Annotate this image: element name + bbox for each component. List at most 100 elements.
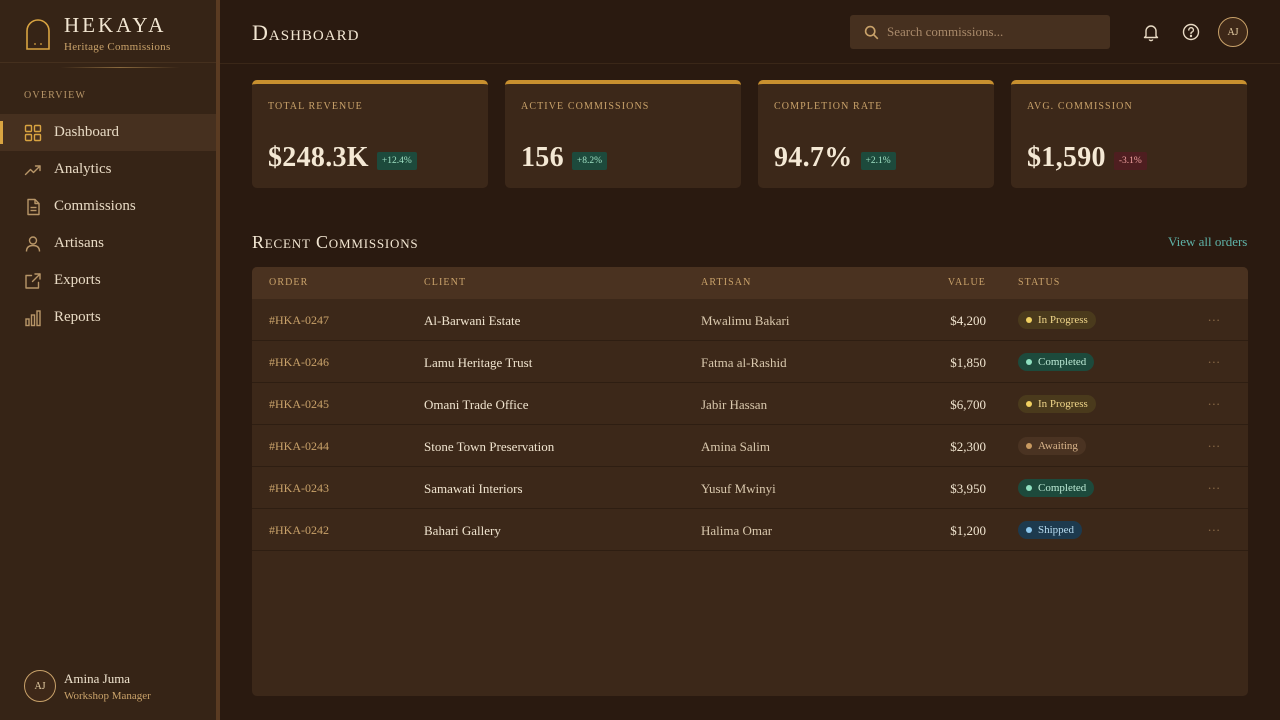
- sidebar-item-exports[interactable]: Exports: [0, 262, 216, 299]
- stat-label: Active Commissions: [521, 101, 650, 112]
- artisan-name: Halima Omar: [701, 523, 773, 538]
- nav-section-label: OVERVIEW: [24, 90, 87, 101]
- table-row[interactable]: #HKA-0245 Omani Trade Office Jabir Hassan $…: [252, 383, 1248, 425]
- stat-label: Completion Rate: [774, 101, 883, 112]
- order-id-link[interactable]: #HKA-0243: [269, 481, 329, 496]
- more-actions-icon[interactable]: ...: [1208, 519, 1221, 535]
- order-value: $2,300: [950, 439, 986, 454]
- sidebar-item-label: Reports: [54, 309, 101, 325]
- sidebar-item-dashboard[interactable]: Dashboard: [0, 114, 216, 151]
- sidebar-item-reports[interactable]: Reports: [0, 299, 216, 336]
- search-input[interactable]: [887, 24, 1107, 40]
- artisan-name: Mwalimu Bakari: [701, 313, 790, 328]
- sidebar-item-label: Analytics: [54, 161, 112, 177]
- status-badge: Completed: [1018, 353, 1095, 371]
- status-badge: Completed: [1018, 479, 1095, 497]
- status-dot-icon: [1026, 443, 1032, 449]
- document-icon: [24, 198, 42, 216]
- page-title: Dashboard: [252, 20, 360, 45]
- stat-label: Total Revenue: [268, 101, 363, 112]
- status-dot-icon: [1026, 317, 1032, 323]
- more-actions-icon[interactable]: ...: [1208, 351, 1221, 367]
- user-icon: [24, 235, 42, 253]
- stat-delta-badge: +12.4%: [376, 152, 417, 170]
- client-name: Bahari Gallery: [424, 523, 501, 538]
- user-name: Amina Juma: [64, 670, 131, 686]
- status-label: In Progress: [1038, 398, 1088, 410]
- stat-label: Avg. Commission: [1027, 101, 1133, 112]
- table-row[interactable]: #HKA-0243 Samawati Interiors Yusuf Mwinyi $…: [252, 467, 1248, 509]
- header-divider: [220, 63, 1280, 64]
- more-actions-icon[interactable]: ...: [1208, 435, 1221, 451]
- table-body: #HKA-0247 Al-Barwani Estate Mwalimu Bakari…: [252, 299, 1248, 551]
- artisan-name: Jabir Hassan: [701, 397, 768, 412]
- status-label: Completed: [1038, 482, 1087, 494]
- order-value: $1,200: [950, 523, 986, 538]
- status-label: Completed: [1038, 356, 1087, 368]
- stat-delta-badge: +2.1%: [860, 152, 896, 170]
- column-header-value[interactable]: Value: [948, 277, 986, 288]
- grid-icon: [24, 124, 42, 142]
- table-row[interactable]: #HKA-0246 Lamu Heritage Trust Fatma al-Ras…: [252, 341, 1248, 383]
- search-bar[interactable]: [850, 15, 1110, 49]
- external-link-icon: [24, 272, 42, 290]
- sidebar: HEKAYA Heritage Commissions OVERVIEW Das…: [0, 0, 216, 720]
- sidebar-item-label: Dashboard: [54, 124, 119, 140]
- more-actions-icon[interactable]: ...: [1208, 309, 1221, 325]
- view-all-orders-link[interactable]: View all orders: [1168, 234, 1247, 250]
- order-id-link[interactable]: #HKA-0246: [269, 355, 329, 370]
- avatar: AJ: [24, 670, 56, 702]
- status-badge: In Progress: [1018, 395, 1096, 413]
- brand-divider: [60, 67, 180, 68]
- more-actions-icon[interactable]: ...: [1208, 477, 1221, 493]
- stat-value: $248.3K: [268, 142, 369, 173]
- sidebar-item-label: Exports: [54, 272, 101, 288]
- arch-logo-icon: [26, 19, 50, 50]
- more-actions-icon[interactable]: ...: [1208, 393, 1221, 409]
- order-id-link[interactable]: #HKA-0245: [269, 397, 329, 412]
- status-badge: Shipped: [1018, 521, 1083, 539]
- brand-subtitle: Heritage Commissions: [64, 41, 171, 53]
- sidebar-item-artisans[interactable]: Artisans: [0, 225, 216, 262]
- stat-card-avg-commission: Avg. Commission $1,590 -3.1%: [1011, 80, 1247, 188]
- section-title: Recent Commissions: [252, 232, 419, 252]
- header-avatar[interactable]: AJ: [1218, 17, 1248, 47]
- column-header-artisan[interactable]: Artisan: [701, 277, 751, 288]
- bell-icon[interactable]: [1141, 22, 1161, 42]
- search-icon: [864, 25, 879, 40]
- sidebar-nav: Dashboard Analytics Commissions Artisans…: [0, 114, 216, 336]
- table-header: Order Client Artisan Value Status: [252, 267, 1248, 299]
- table-row[interactable]: #HKA-0242 Bahari Gallery Halima Omar $1,200…: [252, 509, 1248, 551]
- order-id-link[interactable]: #HKA-0247: [269, 313, 329, 328]
- table-row[interactable]: #HKA-0244 Stone Town Preservation Amina Sa…: [252, 425, 1248, 467]
- stat-value: $1,590: [1027, 142, 1106, 173]
- column-header-status[interactable]: Status: [1018, 277, 1060, 288]
- brand[interactable]: HEKAYA Heritage Commissions: [24, 14, 171, 53]
- sidebar-item-label: Commissions: [54, 198, 136, 214]
- order-id-link[interactable]: #HKA-0242: [269, 523, 329, 538]
- order-value: $3,950: [950, 481, 986, 496]
- order-id-link[interactable]: #HKA-0244: [269, 439, 329, 454]
- sidebar-item-label: Artisans: [54, 235, 104, 251]
- user-profile[interactable]: AJ Amina Juma Workshop Manager: [24, 670, 151, 702]
- status-label: Awaiting: [1038, 440, 1078, 452]
- status-dot-icon: [1026, 359, 1032, 365]
- column-header-order[interactable]: Order: [269, 277, 308, 288]
- status-badge: Awaiting: [1018, 437, 1086, 455]
- order-value: $6,700: [950, 397, 986, 412]
- user-role: Workshop Manager: [64, 689, 151, 702]
- trending-up-icon: [24, 161, 42, 179]
- table-row[interactable]: #HKA-0247 Al-Barwani Estate Mwalimu Bakari…: [252, 299, 1248, 341]
- brand-name: HEKAYA: [64, 13, 167, 37]
- help-icon[interactable]: [1181, 22, 1201, 42]
- bar-chart-icon: [24, 309, 42, 327]
- column-header-client[interactable]: Client: [424, 277, 466, 288]
- artisan-name: Fatma al-Rashid: [701, 355, 787, 370]
- status-dot-icon: [1026, 485, 1032, 491]
- status-dot-icon: [1026, 527, 1032, 533]
- stat-value: 94.7%: [774, 142, 853, 173]
- sidebar-item-analytics[interactable]: Analytics: [0, 151, 216, 188]
- sidebar-item-commissions[interactable]: Commissions: [0, 188, 216, 225]
- client-name: Lamu Heritage Trust: [424, 355, 533, 370]
- client-name: Samawati Interiors: [424, 481, 523, 496]
